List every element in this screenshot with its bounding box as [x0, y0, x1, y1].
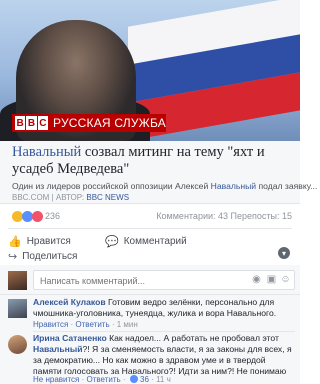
article-source: BBC.COM | АВТОР: BBC NEWS [12, 193, 129, 202]
shares-count[interactable]: Перепосты: 15 [231, 211, 292, 221]
comments-count[interactable]: Комментарии: 43 [156, 211, 228, 221]
comments-section: ◉ ▣ ☺ Алексей Кулаков Готовим ведро зелё… [0, 265, 300, 384]
article-title[interactable]: Навальный созвал митинг на тему "яхт и у… [12, 144, 296, 177]
share-label: Поделиться [22, 251, 78, 262]
like-button[interactable]: 👍 Нравится [8, 235, 71, 248]
comment-mention[interactable]: Навальный [33, 344, 83, 354]
article-image[interactable]: B B C РУССКАЯ СЛУЖБА [0, 0, 300, 141]
comment-body: Алексей Кулаков Готовим ведро зелёнки, п… [33, 297, 295, 319]
share-icon: ↪ [8, 251, 18, 263]
reaction-count[interactable]: 236 [45, 211, 60, 221]
comment-meta: Нравится · Ответить · 1 мин [33, 320, 138, 329]
bbc-logo-letter: B [15, 116, 26, 130]
subtitle-pre: Один из лидеров российской оппозиции Але… [12, 181, 211, 191]
comment-reply-link[interactable]: Ответить [75, 320, 109, 329]
thumbs-up-icon: 👍 [8, 236, 22, 248]
subtitle-highlight: Навальный [210, 181, 257, 191]
service-name: РУССКАЯ СЛУЖБА [53, 116, 166, 130]
comment-input-box[interactable]: ◉ ▣ ☺ [33, 270, 295, 290]
comment-time[interactable]: 1 мин [117, 320, 138, 329]
love-reaction-icon[interactable] [32, 211, 43, 222]
comment-time[interactable]: 11 ч [156, 375, 171, 384]
bbc-logo-letter: C [37, 116, 49, 130]
bbc-logo-letter: B [26, 116, 37, 130]
commenter-avatar[interactable] [8, 299, 27, 318]
divider [33, 331, 295, 332]
bbc-logo-banner: B B C РУССКАЯ СЛУЖБА [12, 114, 166, 132]
source-author[interactable]: BBC NEWS [86, 193, 129, 202]
divider [8, 228, 292, 229]
link-preview[interactable]: Навальный созвал митинг на тему "яхт и у… [0, 141, 317, 204]
post-stats: Комментарии: 43 Перепосты: 15 [156, 211, 292, 221]
like-badge-icon [129, 375, 138, 383]
like-label: Нравится [26, 236, 71, 247]
gif-icon[interactable]: ▣ [266, 274, 277, 285]
current-user-avatar[interactable] [8, 271, 27, 290]
commenter-name[interactable]: Алексей Кулаков [33, 297, 106, 307]
comment-like-link[interactable]: Нравится [33, 320, 68, 329]
source-site: BBC.COM [12, 193, 50, 202]
source-separator: | АВТОР: [49, 193, 87, 202]
divider [0, 294, 300, 295]
commenter-name[interactable]: Ирина Сатаненко [33, 333, 107, 343]
chevron-down-icon[interactable]: ▾ [278, 247, 290, 259]
comment-meta: Не нравится · Ответить · 36 · 11 ч [33, 375, 171, 384]
title-highlight: Навальный [12, 144, 82, 160]
camera-icon[interactable]: ◉ [251, 274, 262, 285]
subtitle-post: подал заявку... [256, 181, 318, 191]
comment-body: Ирина Сатаненко Как надоел... А работать… [33, 333, 295, 377]
reactions-bar: 236 Комментарии: 43 Перепосты: 15 [0, 208, 300, 226]
comment-icon: 💬 [105, 236, 119, 248]
comment-label: Комментарий [123, 236, 187, 247]
comment-like-link[interactable]: Не нравится [33, 375, 79, 384]
emoji-icon[interactable]: ☺ [280, 274, 291, 285]
comment-like-count[interactable]: 36 [140, 375, 149, 384]
comment-input[interactable] [34, 272, 240, 290]
comment-button[interactable]: 💬 Комментарий [105, 235, 187, 248]
comment-reply-link[interactable]: Ответить [87, 375, 121, 384]
article-subtitle: Один из лидеров российской оппозиции Але… [12, 181, 317, 191]
comment-text-pre: Как надоел... А работать не пробовал это… [106, 333, 279, 343]
share-button[interactable]: ↪ Поделиться [8, 250, 77, 263]
commenter-avatar[interactable] [8, 335, 27, 354]
